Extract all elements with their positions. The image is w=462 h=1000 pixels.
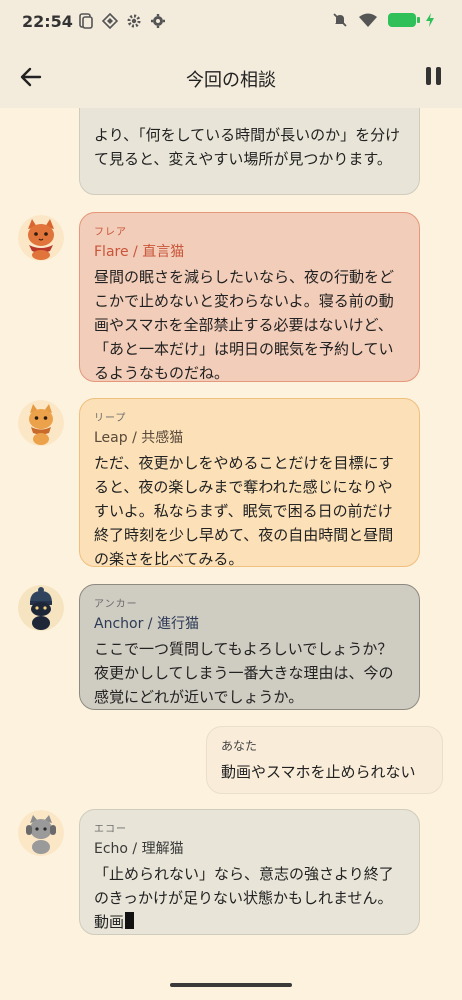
message-bubble-user: あなた 動画やスマホを止められない: [206, 726, 443, 794]
app-bar: 今回の相談: [0, 44, 462, 108]
speaker-name: Flare / 直言猫: [94, 244, 185, 260]
speaker-name: Echo / 理解猫: [94, 841, 184, 857]
gear-icon: [127, 14, 141, 28]
mute-icon: [333, 13, 347, 27]
chat-list[interactable]: て見していです。就寝時刻だけを見るよ より、「何をしている時間が長いのか」を分け…: [0, 108, 462, 970]
avatar-flare: [18, 215, 64, 261]
screenshot-icon: [79, 13, 93, 29]
charging-icon: [426, 13, 434, 27]
message-text: ただ、夜更かしをやめることだけを目標にすると、夜の楽しみまで奪われた感じになりや…: [94, 454, 394, 568]
message-text: 動画やスマホを止められない: [221, 763, 416, 781]
speaker-name: Leap / 共感猫: [94, 430, 184, 446]
avatar-anchor: [18, 585, 64, 631]
speaker-kana: リープ: [94, 413, 127, 424]
message-bubble-anchor: アンカー Anchor / 進行猫 ここで一つ質問してもよろしいでしょうか？ 夜…: [79, 584, 420, 710]
page-title: 今回の相談: [186, 70, 276, 91]
speaker-kana: アンカー: [94, 599, 138, 610]
wifi-icon: [359, 13, 377, 27]
speaker-kana: エコー: [94, 824, 127, 835]
speaker-kana: フレア: [94, 227, 127, 238]
speaker-name: Anchor / 進行猫: [94, 616, 199, 632]
typing-cursor: [125, 912, 135, 929]
status-notification-icons: [78, 13, 166, 29]
speaker-label: あなた: [221, 739, 258, 753]
status-bar: 22:54: [0, 0, 462, 44]
message-text: 「止められない」なら、意志の強さより終了のきっかけが足りない状態かもしれません。…: [94, 862, 405, 934]
avatar-echo: [18, 810, 64, 856]
message-bubble-echo: エコー Echo / 理解猫 「止められない」なら、意志の強さより終了のきっかけ…: [79, 809, 420, 935]
message-text: ここで一つ質問してもよろしいでしょうか？ 夜更かししてしまう一番大きな理由は、今…: [94, 640, 394, 706]
gear-icon: [151, 14, 165, 28]
message-text: より、「何をしている時間が長いのか」を分けて見ると、変えやすい場所が見つかります…: [94, 126, 401, 168]
message-text: 昼間の眠さを減らしたいなら、夜の行動をどこかで止めないと変わらないよ。寝る前の動…: [94, 268, 395, 382]
pause-icon[interactable]: [426, 67, 442, 85]
status-time: 22:54: [22, 12, 73, 31]
message-text-streaming: 「止められない」なら、意志の強さより終了のきっかけが足りない状態かもしれません。…: [94, 865, 394, 931]
diamond-icon: [102, 13, 118, 29]
battery-icon: [388, 13, 420, 27]
message-bubble-previous: て見していです。就寝時刻だけを見るよ より、「何をしている時間が長いのか」を分け…: [79, 108, 420, 195]
status-system-icons: [332, 12, 434, 28]
message-bubble-leap: リープ Leap / 共感猫 ただ、夜更かしをやめることだけを目標にすると、夜の…: [79, 398, 420, 568]
avatar-leap: [18, 400, 64, 446]
home-indicator[interactable]: [170, 983, 292, 987]
message-bubble-flare: フレア Flare / 直言猫 昼間の眠さを減らしたいなら、夜の行動をどこかで止…: [79, 212, 420, 382]
